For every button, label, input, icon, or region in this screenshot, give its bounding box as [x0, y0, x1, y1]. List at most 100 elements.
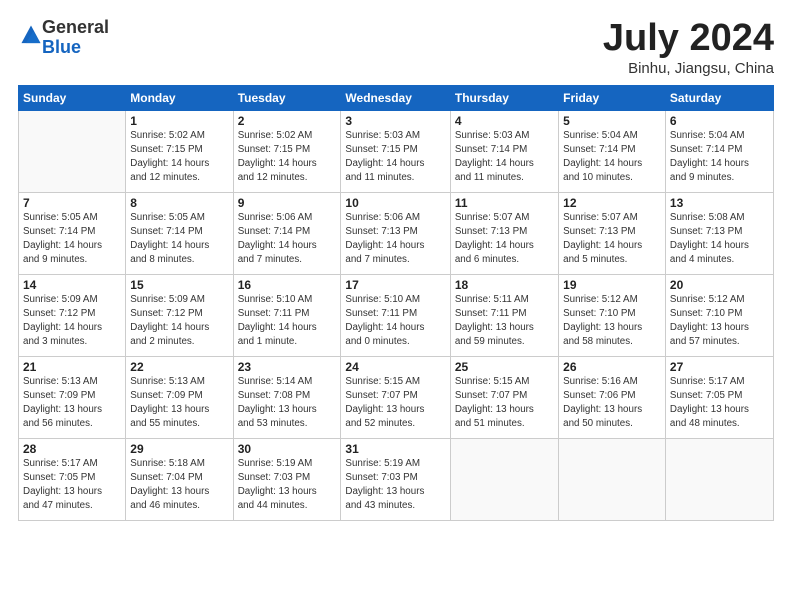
calendar-cell: 16Sunrise: 5:10 AMSunset: 7:11 PMDayligh…: [233, 274, 341, 356]
calendar-cell: 25Sunrise: 5:15 AMSunset: 7:07 PMDayligh…: [450, 356, 558, 438]
day-info: Sunrise: 5:10 AMSunset: 7:11 PMDaylight:…: [238, 293, 337, 350]
day-number: 3: [345, 114, 445, 128]
day-number: 20: [670, 278, 769, 292]
day-number: 2: [238, 114, 337, 128]
day-info: Sunrise: 5:03 AMSunset: 7:14 PMDaylight:…: [455, 129, 554, 186]
col-wednesday: Wednesday: [341, 85, 450, 110]
week-row-1: 7Sunrise: 5:05 AMSunset: 7:14 PMDaylight…: [19, 192, 774, 274]
day-number: 19: [563, 278, 661, 292]
col-monday: Monday: [126, 85, 233, 110]
week-row-0: 1Sunrise: 5:02 AMSunset: 7:15 PMDaylight…: [19, 110, 774, 192]
calendar-cell: 9Sunrise: 5:06 AMSunset: 7:14 PMDaylight…: [233, 192, 341, 274]
calendar-cell: 13Sunrise: 5:08 AMSunset: 7:13 PMDayligh…: [665, 192, 773, 274]
day-number: 5: [563, 114, 661, 128]
calendar-cell: [665, 438, 773, 520]
header: General Blue July 2024 Binhu, Jiangsu, C…: [18, 18, 774, 77]
logo: General Blue: [18, 18, 109, 58]
calendar-table: Sunday Monday Tuesday Wednesday Thursday…: [18, 85, 774, 521]
day-number: 6: [670, 114, 769, 128]
day-info: Sunrise: 5:10 AMSunset: 7:11 PMDaylight:…: [345, 293, 445, 350]
calendar-cell: 19Sunrise: 5:12 AMSunset: 7:10 PMDayligh…: [559, 274, 666, 356]
calendar-cell: 5Sunrise: 5:04 AMSunset: 7:14 PMDaylight…: [559, 110, 666, 192]
day-info: Sunrise: 5:19 AMSunset: 7:03 PMDaylight:…: [345, 457, 445, 514]
day-number: 22: [130, 360, 228, 374]
calendar-cell: 12Sunrise: 5:07 AMSunset: 7:13 PMDayligh…: [559, 192, 666, 274]
day-number: 17: [345, 278, 445, 292]
header-row: Sunday Monday Tuesday Wednesday Thursday…: [19, 85, 774, 110]
calendar-cell: 6Sunrise: 5:04 AMSunset: 7:14 PMDaylight…: [665, 110, 773, 192]
day-info: Sunrise: 5:02 AMSunset: 7:15 PMDaylight:…: [238, 129, 337, 186]
calendar-cell: 15Sunrise: 5:09 AMSunset: 7:12 PMDayligh…: [126, 274, 233, 356]
day-info: Sunrise: 5:17 AMSunset: 7:05 PMDaylight:…: [23, 457, 121, 514]
calendar-cell: 26Sunrise: 5:16 AMSunset: 7:06 PMDayligh…: [559, 356, 666, 438]
calendar-cell: 7Sunrise: 5:05 AMSunset: 7:14 PMDaylight…: [19, 192, 126, 274]
day-number: 21: [23, 360, 121, 374]
day-info: Sunrise: 5:19 AMSunset: 7:03 PMDaylight:…: [238, 457, 337, 514]
day-number: 7: [23, 196, 121, 210]
day-info: Sunrise: 5:05 AMSunset: 7:14 PMDaylight:…: [23, 211, 121, 268]
calendar-cell: 23Sunrise: 5:14 AMSunset: 7:08 PMDayligh…: [233, 356, 341, 438]
day-number: 24: [345, 360, 445, 374]
day-info: Sunrise: 5:16 AMSunset: 7:06 PMDaylight:…: [563, 375, 661, 432]
day-info: Sunrise: 5:08 AMSunset: 7:13 PMDaylight:…: [670, 211, 769, 268]
day-number: 9: [238, 196, 337, 210]
day-info: Sunrise: 5:03 AMSunset: 7:15 PMDaylight:…: [345, 129, 445, 186]
day-info: Sunrise: 5:04 AMSunset: 7:14 PMDaylight:…: [670, 129, 769, 186]
day-info: Sunrise: 5:11 AMSunset: 7:11 PMDaylight:…: [455, 293, 554, 350]
day-number: 26: [563, 360, 661, 374]
calendar-cell: 31Sunrise: 5:19 AMSunset: 7:03 PMDayligh…: [341, 438, 450, 520]
calendar-cell: 18Sunrise: 5:11 AMSunset: 7:11 PMDayligh…: [450, 274, 558, 356]
logo-blue: Blue: [42, 37, 81, 57]
col-friday: Friday: [559, 85, 666, 110]
page: General Blue July 2024 Binhu, Jiangsu, C…: [0, 0, 792, 612]
day-number: 23: [238, 360, 337, 374]
calendar-cell: 1Sunrise: 5:02 AMSunset: 7:15 PMDaylight…: [126, 110, 233, 192]
day-number: 11: [455, 196, 554, 210]
day-info: Sunrise: 5:12 AMSunset: 7:10 PMDaylight:…: [670, 293, 769, 350]
calendar-cell: 11Sunrise: 5:07 AMSunset: 7:13 PMDayligh…: [450, 192, 558, 274]
calendar-cell: 24Sunrise: 5:15 AMSunset: 7:07 PMDayligh…: [341, 356, 450, 438]
day-number: 12: [563, 196, 661, 210]
week-row-3: 21Sunrise: 5:13 AMSunset: 7:09 PMDayligh…: [19, 356, 774, 438]
calendar-cell: 21Sunrise: 5:13 AMSunset: 7:09 PMDayligh…: [19, 356, 126, 438]
day-info: Sunrise: 5:02 AMSunset: 7:15 PMDaylight:…: [130, 129, 228, 186]
logo-icon: [20, 24, 42, 46]
calendar-cell: 3Sunrise: 5:03 AMSunset: 7:15 PMDaylight…: [341, 110, 450, 192]
calendar-cell: 2Sunrise: 5:02 AMSunset: 7:15 PMDaylight…: [233, 110, 341, 192]
day-info: Sunrise: 5:09 AMSunset: 7:12 PMDaylight:…: [23, 293, 121, 350]
calendar-cell: 29Sunrise: 5:18 AMSunset: 7:04 PMDayligh…: [126, 438, 233, 520]
month-title: July 2024: [603, 18, 774, 60]
day-info: Sunrise: 5:15 AMSunset: 7:07 PMDaylight:…: [345, 375, 445, 432]
day-info: Sunrise: 5:12 AMSunset: 7:10 PMDaylight:…: [563, 293, 661, 350]
calendar-cell: 4Sunrise: 5:03 AMSunset: 7:14 PMDaylight…: [450, 110, 558, 192]
day-info: Sunrise: 5:15 AMSunset: 7:07 PMDaylight:…: [455, 375, 554, 432]
day-number: 13: [670, 196, 769, 210]
calendar-cell: [19, 110, 126, 192]
day-number: 28: [23, 442, 121, 456]
col-tuesday: Tuesday: [233, 85, 341, 110]
day-number: 25: [455, 360, 554, 374]
calendar-cell: 22Sunrise: 5:13 AMSunset: 7:09 PMDayligh…: [126, 356, 233, 438]
day-info: Sunrise: 5:05 AMSunset: 7:14 PMDaylight:…: [130, 211, 228, 268]
logo-general: General: [42, 17, 109, 37]
calendar-cell: 30Sunrise: 5:19 AMSunset: 7:03 PMDayligh…: [233, 438, 341, 520]
day-info: Sunrise: 5:17 AMSunset: 7:05 PMDaylight:…: [670, 375, 769, 432]
day-info: Sunrise: 5:18 AMSunset: 7:04 PMDaylight:…: [130, 457, 228, 514]
day-number: 14: [23, 278, 121, 292]
day-number: 29: [130, 442, 228, 456]
calendar-cell: 10Sunrise: 5:06 AMSunset: 7:13 PMDayligh…: [341, 192, 450, 274]
day-info: Sunrise: 5:07 AMSunset: 7:13 PMDaylight:…: [455, 211, 554, 268]
day-info: Sunrise: 5:09 AMSunset: 7:12 PMDaylight:…: [130, 293, 228, 350]
day-info: Sunrise: 5:06 AMSunset: 7:13 PMDaylight:…: [345, 211, 445, 268]
logo-text: General Blue: [42, 18, 109, 58]
week-row-2: 14Sunrise: 5:09 AMSunset: 7:12 PMDayligh…: [19, 274, 774, 356]
day-info: Sunrise: 5:13 AMSunset: 7:09 PMDaylight:…: [23, 375, 121, 432]
calendar-cell: 14Sunrise: 5:09 AMSunset: 7:12 PMDayligh…: [19, 274, 126, 356]
day-number: 16: [238, 278, 337, 292]
day-number: 31: [345, 442, 445, 456]
calendar-cell: 28Sunrise: 5:17 AMSunset: 7:05 PMDayligh…: [19, 438, 126, 520]
week-row-4: 28Sunrise: 5:17 AMSunset: 7:05 PMDayligh…: [19, 438, 774, 520]
calendar-cell: 27Sunrise: 5:17 AMSunset: 7:05 PMDayligh…: [665, 356, 773, 438]
col-saturday: Saturday: [665, 85, 773, 110]
day-number: 1: [130, 114, 228, 128]
